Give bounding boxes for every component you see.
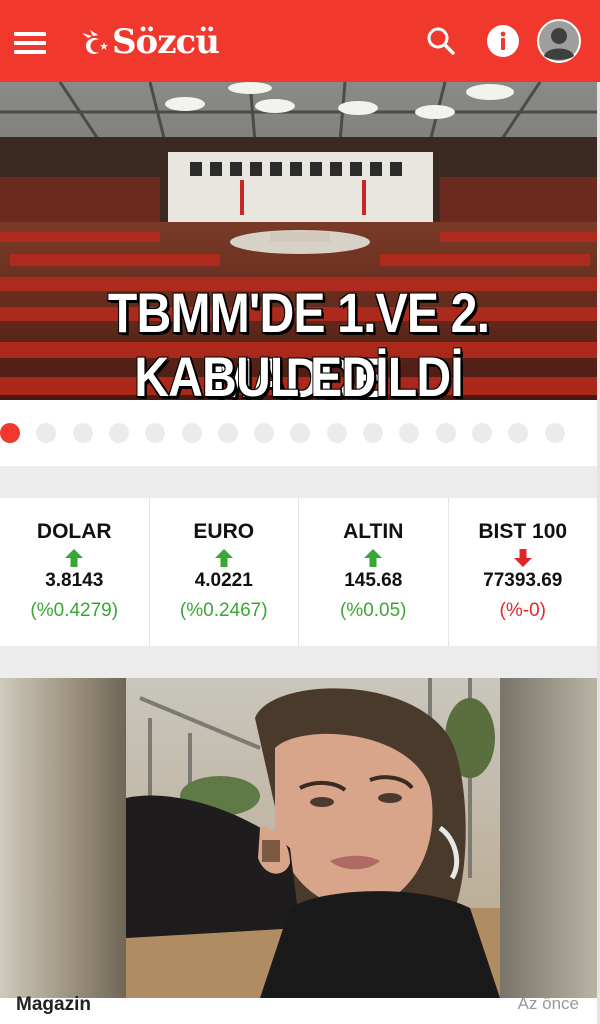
market-value: 4.0221 bbox=[194, 570, 253, 591]
news-card-time: Az önce bbox=[517, 994, 579, 1013]
market-ticker: DOLAR 3.8143 (%0.4279) EURO 4.0221 (%0.2… bbox=[0, 498, 597, 646]
market-altin[interactable]: ALTIN 145.68 (%0.05) bbox=[299, 498, 449, 646]
sozcu-logo[interactable]: Sözcü bbox=[78, 20, 220, 64]
menu-icon-bar bbox=[14, 50, 46, 54]
crescent-star-logo-icon bbox=[82, 30, 108, 54]
slider-dot[interactable] bbox=[363, 423, 383, 443]
news-card-category: Magazin bbox=[16, 994, 91, 1015]
app-root: Sözcü TBMM'DE 1.VE 2. MADDE KABUL EDİLDİ… bbox=[0, 0, 600, 1024]
info-icon bbox=[487, 25, 519, 57]
slider-dot[interactable] bbox=[544, 423, 565, 443]
market-name: EURO bbox=[193, 520, 255, 543]
slider-dot[interactable] bbox=[254, 423, 275, 443]
search-icon bbox=[427, 27, 455, 55]
slider-dot[interactable] bbox=[326, 423, 347, 443]
info-button[interactable] bbox=[482, 20, 524, 62]
slider-dot[interactable] bbox=[290, 423, 311, 443]
arrow-up-icon bbox=[214, 549, 233, 567]
slider-dot[interactable] bbox=[36, 423, 57, 443]
profile-button[interactable] bbox=[537, 19, 581, 63]
portrait-photo-image bbox=[0, 678, 597, 998]
market-change: (%0.05) bbox=[339, 600, 407, 621]
market-name: DOLAR bbox=[36, 520, 112, 543]
slider-pagination bbox=[0, 400, 597, 466]
search-button[interactable] bbox=[420, 20, 462, 62]
slider-dot[interactable] bbox=[181, 423, 202, 443]
top-app-bar: Sözcü bbox=[0, 0, 600, 82]
market-dolar[interactable]: DOLAR 3.8143 (%0.4279) bbox=[0, 498, 150, 646]
headline-line-2: KABUL EDİLDİ bbox=[134, 345, 463, 400]
market-bist-100[interactable]: BIST 100 77393.69 (%-0) bbox=[449, 498, 598, 646]
market-euro[interactable]: EURO 4.0221 (%0.2467) bbox=[150, 498, 299, 646]
slider-dot[interactable] bbox=[471, 423, 492, 443]
market-change: (%0.2467) bbox=[179, 600, 268, 621]
menu-icon-bar bbox=[14, 41, 46, 45]
slider-dot[interactable] bbox=[145, 423, 166, 443]
market-name: BIST 100 bbox=[478, 520, 568, 543]
news-card[interactable]: Magazin Az önce bbox=[0, 678, 597, 1024]
slider-dot[interactable] bbox=[0, 423, 20, 443]
slider-dot[interactable] bbox=[217, 423, 238, 443]
arrow-up-icon bbox=[364, 549, 383, 567]
slider-dot[interactable] bbox=[435, 423, 456, 443]
menu-icon-bar bbox=[14, 32, 46, 36]
news-card-image[interactable] bbox=[0, 678, 597, 998]
headline-slider[interactable]: TBMM'DE 1.VE 2. MADDE KABUL EDİLDİ bbox=[0, 82, 597, 400]
slider-dot[interactable] bbox=[508, 423, 529, 443]
arrow-down-icon bbox=[513, 549, 532, 567]
slider-dot[interactable] bbox=[108, 423, 129, 443]
market-value: 145.68 bbox=[344, 570, 403, 591]
market-name: ALTIN bbox=[343, 520, 404, 543]
menu-button[interactable] bbox=[14, 28, 48, 56]
slider-dot[interactable] bbox=[72, 423, 93, 443]
slider-dot[interactable] bbox=[399, 423, 420, 443]
market-value: 77393.69 bbox=[483, 570, 563, 591]
market-change: (%0.4279) bbox=[30, 600, 119, 621]
market-value: 3.8143 bbox=[45, 570, 104, 591]
market-change: (%-0) bbox=[499, 600, 546, 621]
brand-name: Sözcü bbox=[112, 22, 220, 62]
user-avatar-icon bbox=[537, 19, 581, 63]
arrow-up-icon bbox=[65, 549, 84, 567]
